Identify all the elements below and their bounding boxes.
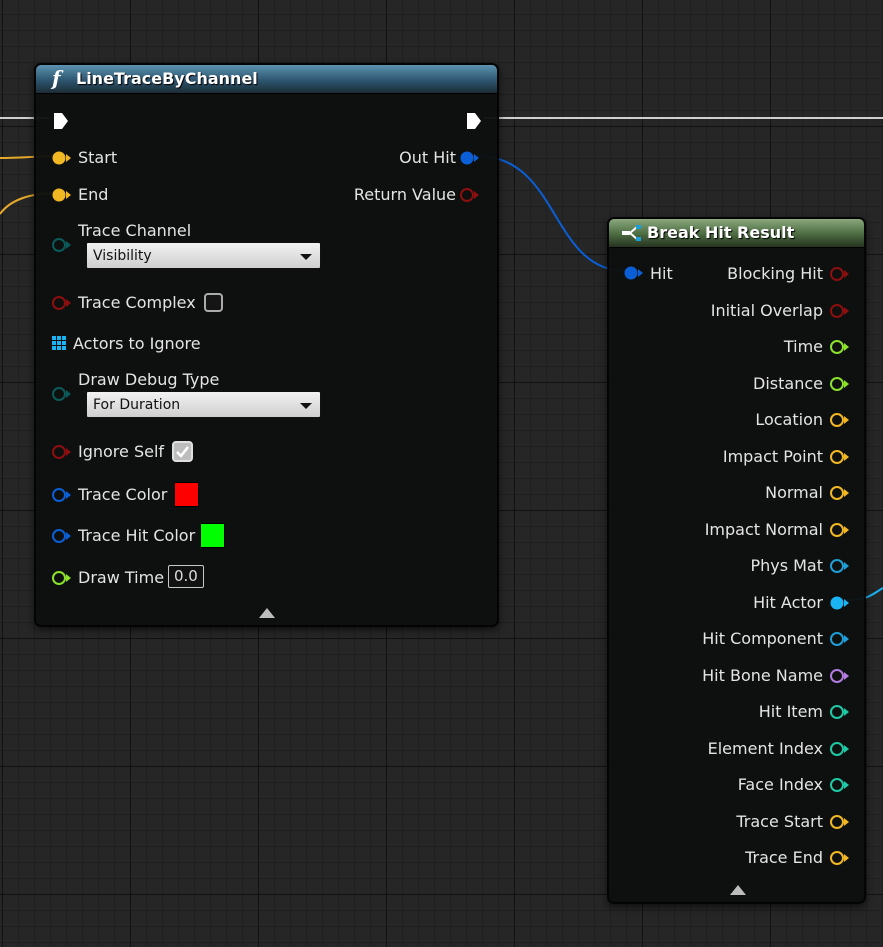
blocking-hit-label: Blocking Hit: [727, 264, 823, 283]
hit-bone-name-pin[interactable]: [829, 668, 851, 684]
location-label: Location: [755, 410, 823, 429]
draw-debug-type-label: Draw Debug Type: [78, 370, 220, 389]
trace-channel-label: Trace Channel: [78, 221, 192, 240]
chevron-down-icon: [300, 403, 312, 409]
hit-item-label: Hit Item: [758, 702, 823, 721]
end-label: End: [78, 185, 109, 204]
time-label: Time: [783, 337, 823, 356]
initial-overlap-pin[interactable]: [829, 303, 851, 319]
trace-channel-pin[interactable]: [51, 237, 73, 253]
hit-input-label: Hit: [650, 264, 673, 283]
draw-debug-type-pin[interactable]: [51, 386, 73, 402]
return-value-pin[interactable]: [459, 187, 481, 203]
hit-struct-wire: [476, 155, 627, 272]
line-trace-header[interactable]: f LineTraceByChannel: [36, 65, 497, 94]
trace-start-pin[interactable]: [829, 814, 851, 830]
hit-item-pin[interactable]: [829, 704, 851, 720]
end-pin[interactable]: [51, 187, 73, 203]
chevron-down-icon: [300, 254, 312, 260]
distance-label: Distance: [753, 373, 823, 393]
impact-point-label: Impact Point: [722, 446, 823, 466]
element-index-label: Element Index: [707, 738, 823, 758]
break-hit-result-node[interactable]: Break Hit Result Hit Blocking Hit Initial…: [607, 217, 866, 904]
start-pin[interactable]: [51, 150, 73, 166]
normal-label: Normal: [765, 483, 823, 502]
hit-component-pin[interactable]: [829, 631, 851, 647]
line-trace-node[interactable]: f LineTraceByChannel Start End Out Hit R…: [34, 63, 499, 627]
trace-hit-color-label: Trace Hit Color: [78, 526, 196, 545]
hit-bone-name-label: Hit Bone Name: [702, 665, 823, 685]
trace-end-label: Trace End: [745, 848, 823, 867]
node-title: LineTraceByChannel: [76, 69, 258, 88]
collapse-arrow-icon[interactable]: [730, 885, 746, 895]
trace-color-pin[interactable]: [51, 487, 73, 503]
trace-hit-color-swatch[interactable]: [200, 523, 225, 548]
element-index-pin[interactable]: [829, 741, 851, 757]
hit-actor-pin[interactable]: [829, 595, 851, 611]
ignore-self-pin[interactable]: [51, 444, 73, 460]
trace-channel-value: Visibility: [93, 248, 152, 264]
phys-mat-pin[interactable]: [829, 558, 851, 574]
trace-color-swatch[interactable]: [174, 482, 199, 507]
return-value-label: Return Value: [353, 185, 456, 204]
ignore-self-label: Ignore Self: [78, 442, 165, 461]
normal-pin[interactable]: [829, 485, 851, 501]
location-pin[interactable]: [829, 412, 851, 428]
hit-actor-label: Hit Actor: [753, 592, 823, 612]
trace-complex-checkbox[interactable]: [204, 293, 223, 312]
out-hit-label: Out Hit: [399, 148, 456, 167]
hit-input-pin[interactable]: [623, 265, 645, 281]
distance-pin[interactable]: [829, 376, 851, 392]
ignore-self-checkbox[interactable]: [172, 441, 193, 462]
actors-to-ignore-label: Actors to Ignore: [73, 334, 201, 353]
draw-time-pin[interactable]: [51, 570, 73, 586]
draw-debug-type-value: For Duration: [93, 397, 181, 413]
trace-color-label: Trace Color: [78, 485, 168, 504]
draw-time-input[interactable]: 0.0: [168, 565, 204, 588]
exec-out-pin[interactable]: [465, 111, 483, 131]
phys-mat-label: Phys Mat: [750, 556, 823, 575]
trace-start-label: Trace Start: [736, 811, 823, 831]
impact-normal-pin[interactable]: [829, 522, 851, 538]
hit-component-label: Hit Component: [702, 629, 823, 648]
time-pin[interactable]: [829, 339, 851, 355]
checkmark-icon: [176, 446, 189, 458]
face-index-label: Face Index: [737, 775, 823, 794]
impact-normal-label: Impact Normal: [704, 519, 823, 539]
break-struct-icon: [622, 225, 641, 241]
trace-complex-label: Trace Complex: [78, 293, 196, 312]
trace-hit-color-pin[interactable]: [51, 528, 73, 544]
draw-debug-type-dropdown[interactable]: For Duration: [86, 391, 321, 418]
impact-point-pin[interactable]: [829, 449, 851, 465]
node-title: Break Hit Result: [647, 223, 795, 242]
out-hit-pin[interactable]: [459, 150, 481, 166]
blocking-hit-pin[interactable]: [829, 266, 851, 282]
collapse-arrow-icon[interactable]: [259, 608, 275, 618]
break-hit-header[interactable]: Break Hit Result: [609, 219, 864, 248]
face-index-pin[interactable]: [829, 777, 851, 793]
trace-end-pin[interactable]: [829, 850, 851, 866]
initial-overlap-label: Initial Overlap: [710, 300, 823, 320]
trace-complex-pin[interactable]: [51, 295, 73, 311]
exec-in-pin[interactable]: [52, 111, 70, 131]
start-label: Start: [78, 148, 118, 167]
function-icon: f: [52, 66, 61, 90]
array-grid-icon[interactable]: [51, 335, 67, 351]
draw-time-label: Draw Time: [78, 568, 165, 587]
trace-channel-dropdown[interactable]: Visibility: [86, 242, 321, 269]
